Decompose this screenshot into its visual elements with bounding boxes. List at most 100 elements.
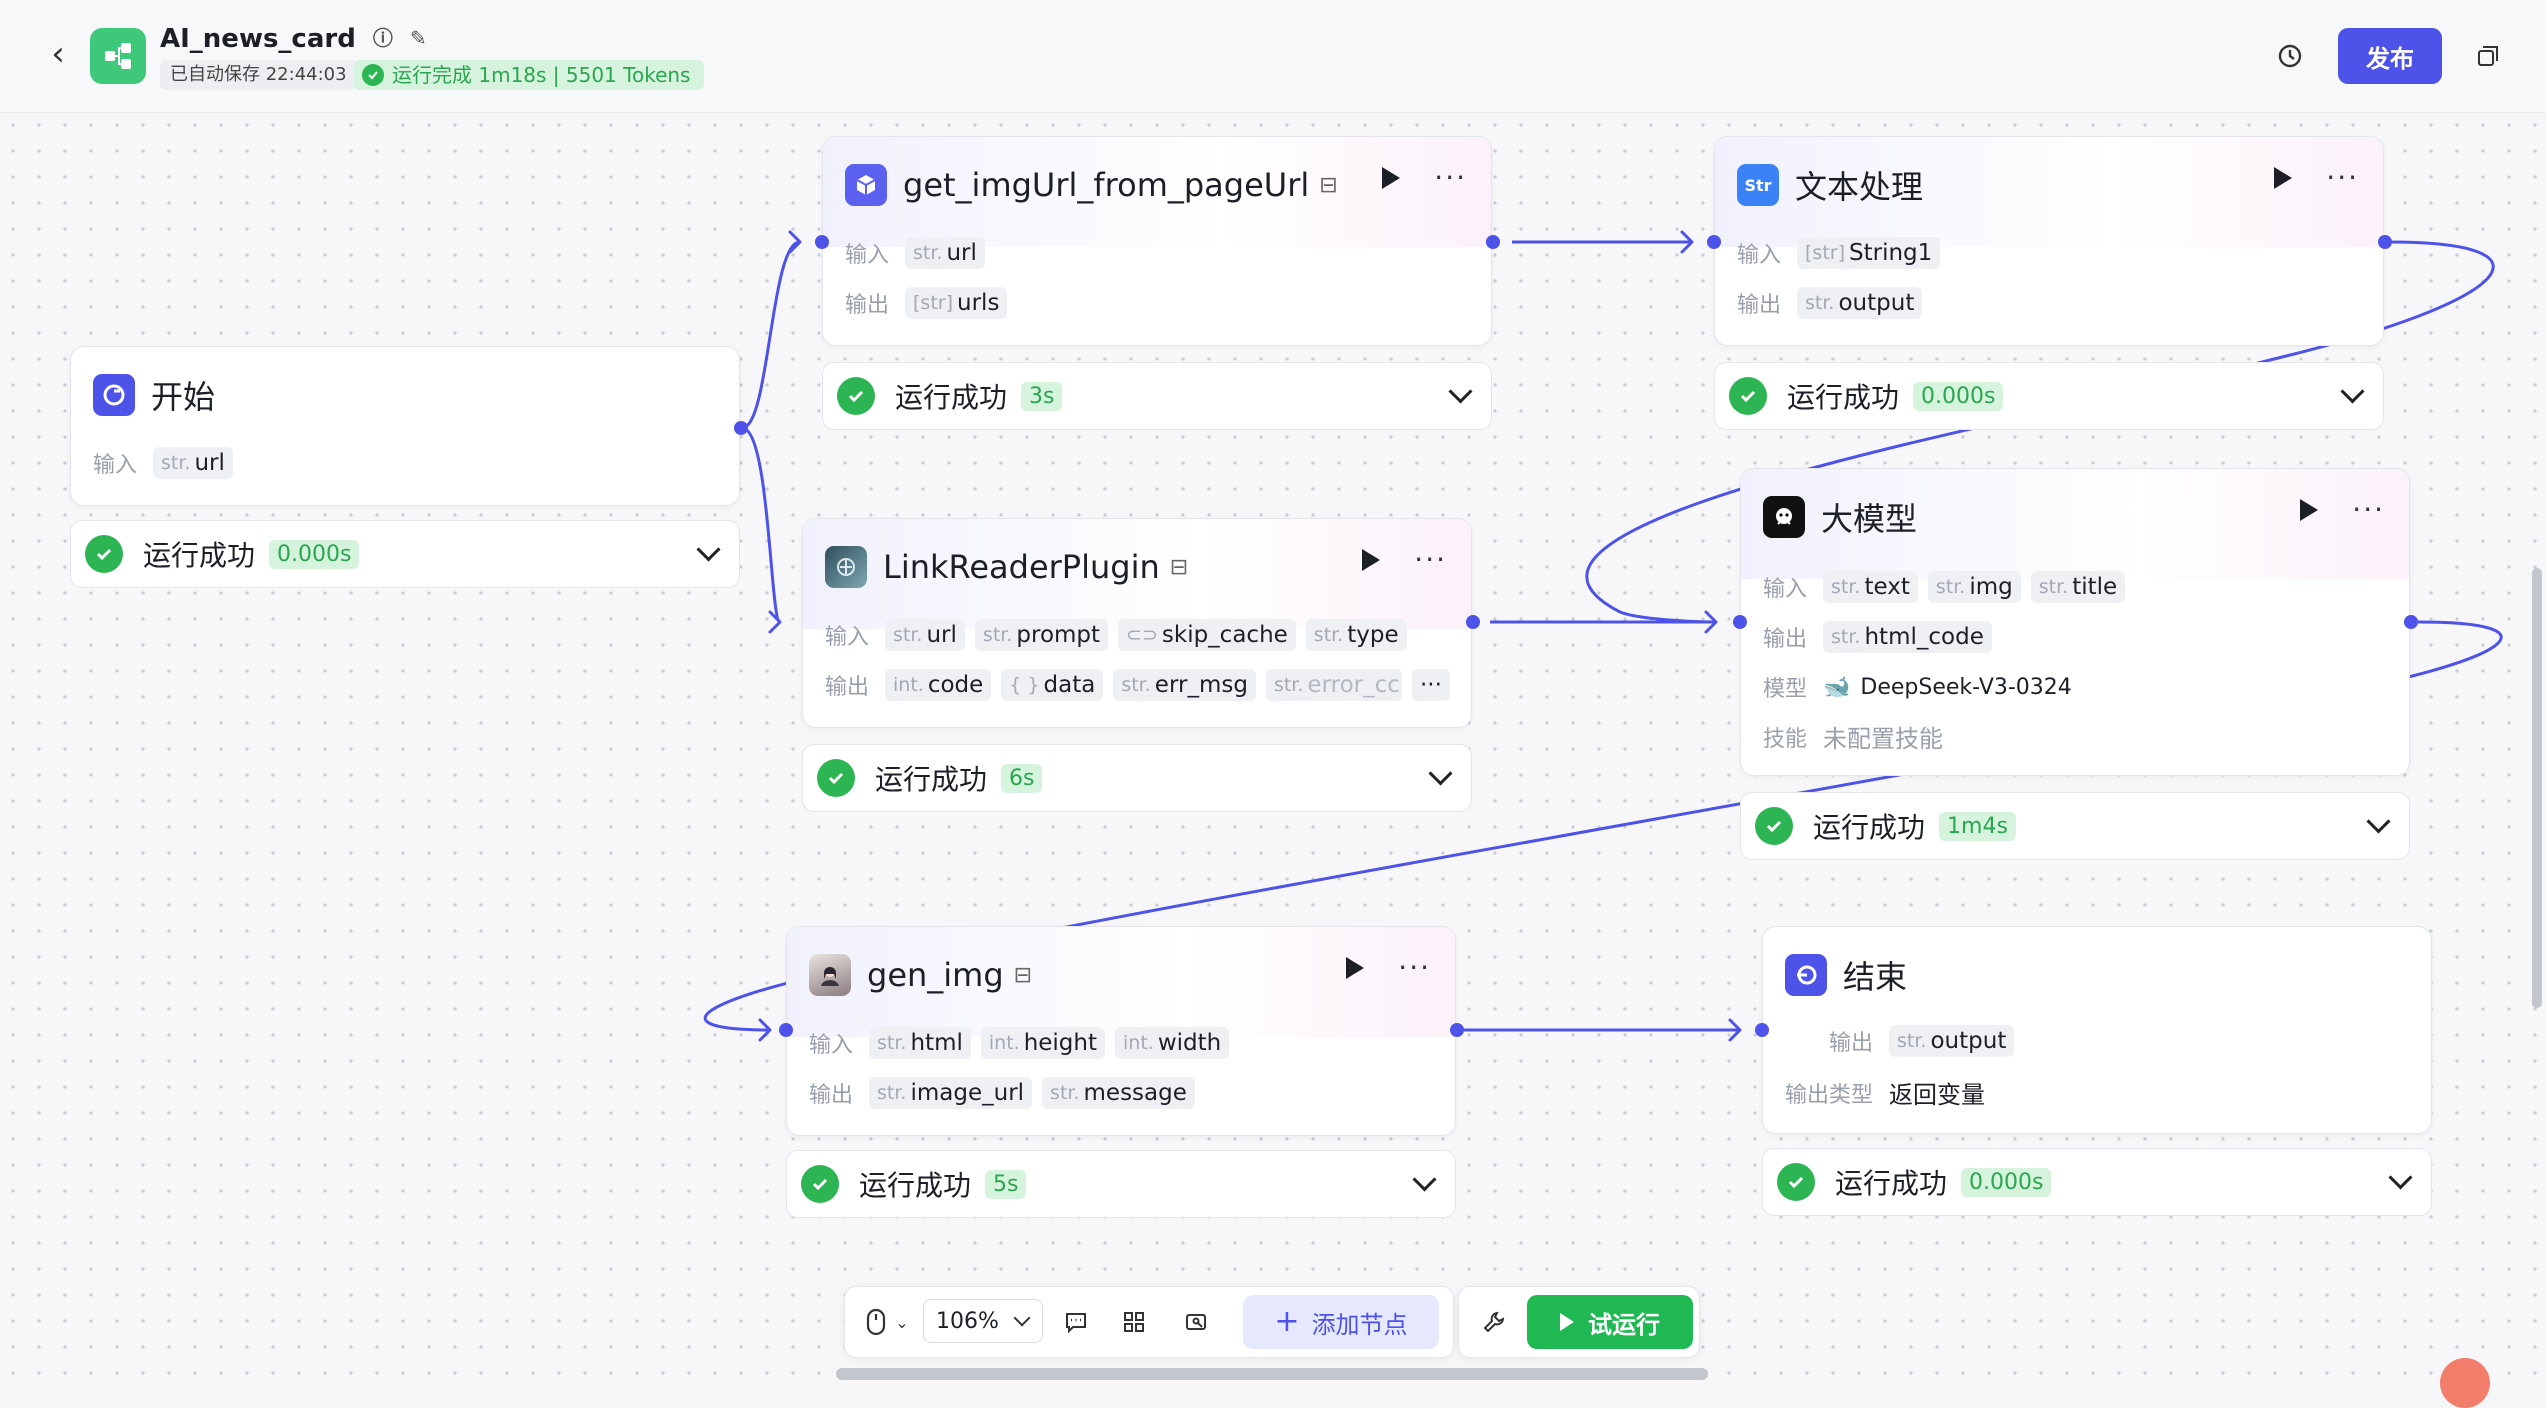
status-text: 运行成功 (1787, 381, 1900, 414)
status-start[interactable]: 运行成功 0.000s (70, 520, 740, 588)
status-gen-img[interactable]: 运行成功 5s (786, 1150, 1456, 1218)
more-icon[interactable]: ··· (1434, 164, 1467, 192)
node-start[interactable]: 开始 输入 str. url (70, 346, 740, 506)
node-text-processing[interactable]: Str 文本处理 ··· 输入 [str] String1 输出 str. outp… (1714, 136, 2384, 346)
success-icon (85, 535, 123, 573)
play-icon[interactable] (1382, 167, 1401, 189)
param-tag: int. width (1115, 1027, 1230, 1059)
deepseek-icon: 🐋 (1823, 674, 1851, 700)
port-out[interactable] (2378, 235, 2392, 249)
status-time: 0.000s (1913, 381, 2004, 411)
more-icon[interactable]: ··· (2326, 164, 2359, 192)
text-processing-icon: Str (1737, 164, 1779, 206)
try-run-label: 试运行 (1588, 1310, 1660, 1339)
param-tag: str. img (1927, 571, 2021, 603)
more-icon[interactable]: ··· (1414, 546, 1447, 574)
play-icon[interactable] (2274, 167, 2293, 189)
more-icon[interactable]: ··· (2352, 496, 2385, 524)
chevron-down-icon[interactable] (1412, 1167, 1437, 1192)
link-reader-icon (825, 546, 867, 588)
port-out[interactable] (1450, 1023, 1464, 1037)
port-in[interactable] (1733, 615, 1747, 629)
status-text: 运行成功 (895, 381, 1008, 414)
param-tag: ⊂⊃ skip_cache (1118, 619, 1296, 651)
try-run-button[interactable]: 试运行 (1527, 1295, 1693, 1349)
publish-button[interactable]: 发布 (2338, 28, 2442, 84)
edit-icon[interactable]: ✎ (410, 26, 427, 50)
status-text: 运行成功 (859, 1169, 972, 1202)
output-label: 输出 (1737, 293, 1782, 318)
status-llm[interactable]: 运行成功 1m4s (1740, 792, 2410, 860)
param-tag: str. prompt (974, 619, 1109, 651)
param-tag: str. image_url (869, 1077, 1033, 1109)
plugin-icon: ⊟ (1013, 962, 1033, 988)
port-out[interactable] (734, 421, 748, 435)
port-in[interactable] (1755, 1023, 1769, 1037)
run-status-badge[interactable]: 运行完成 1m18s | 5501 Tokens (354, 60, 705, 90)
param-tag: str. title (2030, 571, 2126, 603)
app-title-wrap: AI_news_card ⓘ ✎ (160, 22, 427, 54)
chevron-down-icon[interactable] (2388, 1165, 2413, 1190)
param-tag: str. message (1042, 1077, 1195, 1109)
port-in[interactable] (1707, 235, 1721, 249)
edge-start-linkreader (741, 426, 782, 624)
status-get-imgurl[interactable]: 运行成功 3s (822, 362, 1492, 430)
node-link-reader[interactable]: LinkReaderPlugin ⊟ ··· 输入 str. url str. pr… (802, 518, 1472, 728)
chevron-down-icon[interactable] (696, 537, 721, 562)
chevron-down-icon[interactable] (2366, 809, 2391, 834)
chevron-down-icon[interactable] (1428, 761, 1453, 786)
status-end[interactable]: 运行成功 0.000s (1762, 1148, 2432, 1216)
assistant-avatar[interactable] (2440, 1358, 2490, 1408)
status-text-processing[interactable]: 运行成功 0.000s (1714, 362, 2384, 430)
chevron-down-icon (1013, 1309, 1031, 1327)
add-node-button[interactable]: + 添加节点 (1243, 1295, 1439, 1349)
success-icon (801, 1165, 839, 1203)
chevron-down-icon[interactable] (2340, 379, 2365, 404)
output-label: 输出 (1829, 1031, 1874, 1056)
node-get-imgurl[interactable]: get_imgUrl_from_pageUrl ⊟ ··· 输入 str. url… (822, 136, 1492, 346)
port-out[interactable] (1466, 615, 1480, 629)
layout-icon[interactable] (1117, 1305, 1151, 1339)
back-icon[interactable]: ‹ (40, 34, 76, 74)
minimap-icon[interactable] (1179, 1305, 1213, 1339)
more-params-button[interactable]: ··· (1411, 669, 1450, 701)
vertical-scrollbar[interactable] (2532, 568, 2542, 1008)
param-tag: str. output (1797, 287, 1923, 319)
param-tag: { } data (1001, 669, 1104, 701)
model-label: 模型 (1763, 677, 1808, 702)
plus-icon: + (1274, 1304, 1300, 1339)
node-title: 大模型 (1821, 500, 1918, 538)
param-tag: str. html_code (1823, 621, 1992, 653)
chevron-down-icon[interactable]: ⌄ (885, 1305, 919, 1339)
param-tag: int. height (980, 1027, 1105, 1059)
status-link-reader[interactable]: 运行成功 6s (802, 744, 1472, 812)
node-title: 结束 (1843, 958, 1908, 996)
output-label: 输出 (809, 1083, 854, 1108)
node-title: 文本处理 (1795, 168, 1924, 206)
comment-icon[interactable] (1059, 1305, 1093, 1339)
more-icon[interactable]: ··· (1398, 954, 1431, 982)
node-end[interactable]: 结束 输出 str. output 输出类型 返回变量 (1762, 926, 2432, 1134)
info-icon[interactable]: ⓘ (373, 22, 393, 51)
copy-icon[interactable] (2470, 38, 2506, 74)
port-in[interactable] (779, 1023, 793, 1037)
param-tag: str. url (153, 447, 233, 479)
param-tag: str. err_msg (1113, 669, 1256, 701)
port-out[interactable] (1486, 235, 1500, 249)
history-icon[interactable] (2272, 38, 2308, 74)
port-in[interactable] (815, 235, 829, 249)
chevron-down-icon[interactable] (1448, 379, 1473, 404)
play-icon[interactable] (1346, 957, 1365, 979)
port-out[interactable] (2404, 615, 2418, 629)
wrench-icon[interactable] (1477, 1305, 1511, 1339)
play-icon[interactable] (1362, 549, 1381, 571)
success-icon (1729, 377, 1767, 415)
zoom-select[interactable]: 106% (923, 1299, 1043, 1343)
horizontal-scrollbar[interactable] (836, 1368, 1708, 1380)
status-text: 运行成功 (143, 539, 256, 572)
node-gen-img[interactable]: gen_img ⊟ ··· 输入 str. html int. height int… (786, 926, 1456, 1136)
node-llm[interactable]: 大模型 ··· 输入 str. text str. img str. title 输出… (1740, 468, 2410, 776)
play-icon[interactable] (2300, 499, 2319, 521)
param-tag: [str] String1 (1797, 237, 1941, 269)
add-node-label: 添加节点 (1311, 1310, 1408, 1339)
